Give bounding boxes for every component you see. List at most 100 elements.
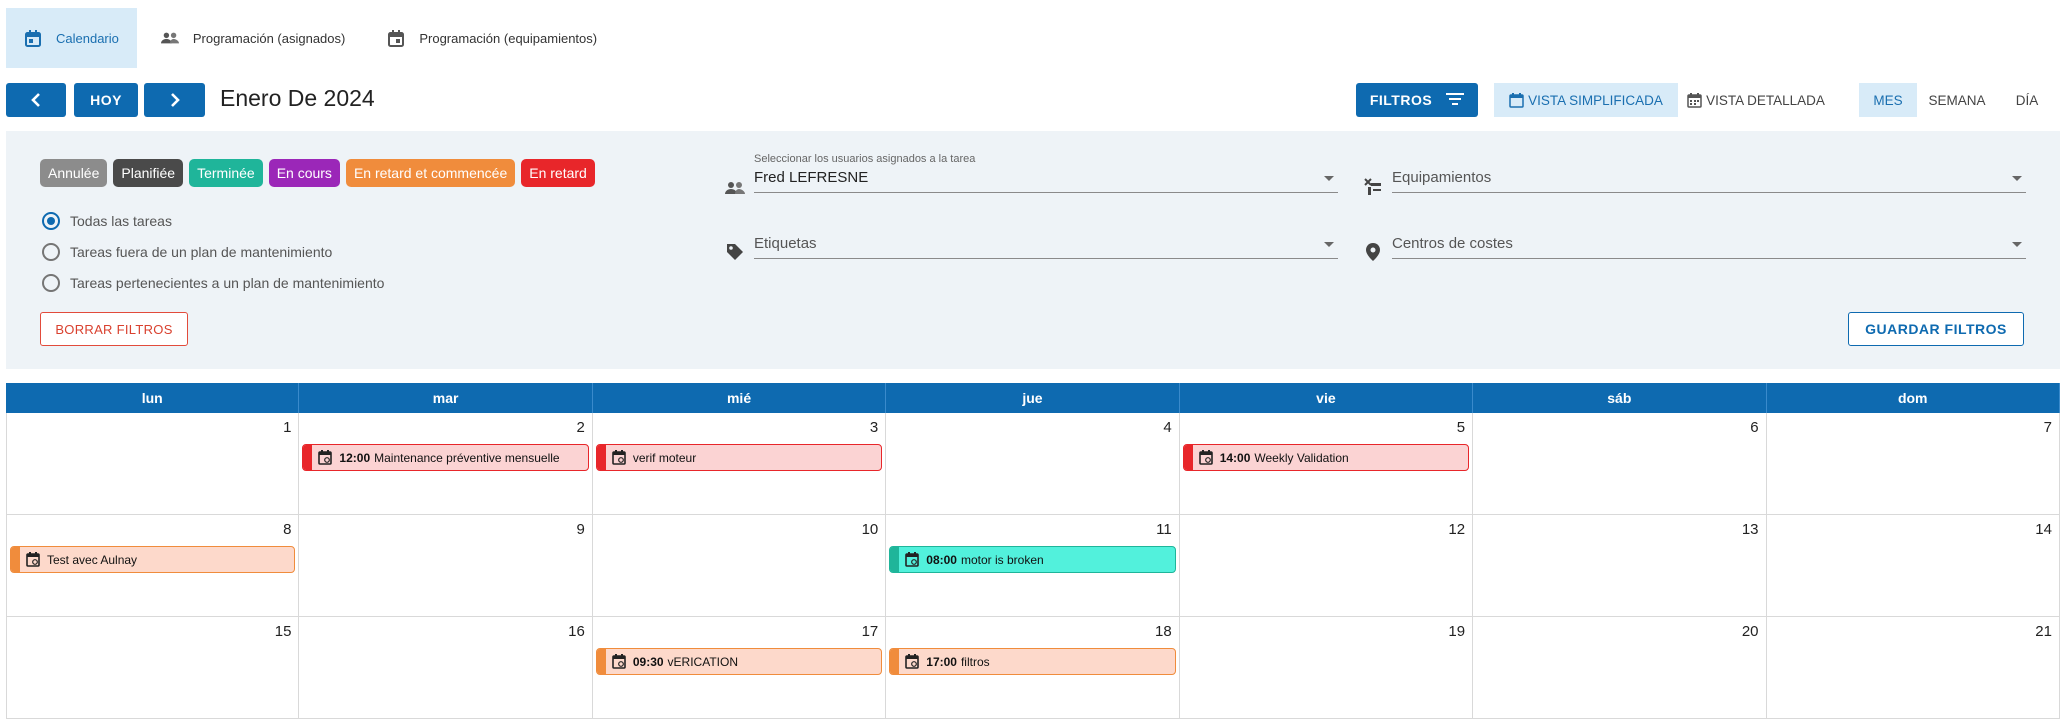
- day-number: 17: [861, 623, 879, 640]
- tags-select[interactable]: Etiquetas: [754, 219, 1338, 259]
- status-chip[interactable]: Annulée: [40, 159, 108, 187]
- day-number: 15: [274, 623, 292, 640]
- calendar-day-cell[interactable]: 6: [1473, 413, 1767, 514]
- calendar-day-cell[interactable]: 4: [886, 413, 1180, 514]
- cost-centers-select[interactable]: Centros de costes: [1392, 219, 2026, 259]
- prev-button[interactable]: [6, 83, 66, 117]
- calendar-event[interactable]: 17:00 filtros: [889, 648, 1176, 675]
- people-icon: [724, 177, 746, 199]
- day-number: 8: [283, 521, 292, 538]
- event-title: Test avec Aulnay: [47, 552, 138, 567]
- calendar-icon: [1509, 92, 1524, 108]
- calendar-day-cell[interactable]: 16: [299, 617, 593, 718]
- calendar-day-cell[interactable]: 11 08:00 motor is broken: [886, 515, 1180, 616]
- status-chip[interactable]: En retard et commencée: [345, 159, 516, 187]
- event-time: 17:00: [926, 654, 957, 669]
- weekday-label: mar: [299, 383, 593, 413]
- calendar-weeks: 1 2 12:00 Maintenance préventive mensuelle 3…: [6, 413, 2060, 719]
- detailed-view-button[interactable]: VISTA DETALLADA: [1678, 83, 1834, 117]
- task-calendar-icon: [1198, 449, 1215, 466]
- calendar-day-cell[interactable]: 13: [1473, 515, 1767, 616]
- event-status-bar: [890, 547, 900, 572]
- day-number: 21: [2035, 623, 2052, 640]
- day-number: 13: [1741, 521, 1759, 538]
- calendar-day-cell[interactable]: 3 verif moteur: [593, 413, 887, 514]
- task-scope-option[interactable]: Tareas fuera de un plan de mantenimiento: [42, 236, 384, 267]
- day-number: 18: [1155, 623, 1172, 640]
- task-calendar-icon: [905, 653, 921, 670]
- calendar-day-cell[interactable]: 15: [6, 617, 300, 718]
- event-status-bar: [1183, 445, 1193, 470]
- calendar-event[interactable]: verif moteur: [595, 444, 883, 471]
- calendar-day-cell[interactable]: 5 14:00 Weekly Validation: [1180, 413, 1474, 514]
- calendar-week-row: 15 16 17 09:30 vERICATION 18 17:00 filtros 19 20 2…: [6, 617, 2060, 719]
- users-select[interactable]: Seleccionar los usuarios asignados a la …: [754, 153, 1338, 193]
- status-chip[interactable]: Terminée: [189, 159, 263, 187]
- view-month-button[interactable]: MES: [1859, 83, 1917, 117]
- event-time: 09:30: [632, 654, 664, 669]
- weekday-label: lun: [6, 383, 300, 413]
- radio-button[interactable]: [42, 211, 60, 230]
- filters-button[interactable]: FILTROS: [1356, 83, 1478, 117]
- calendar-day-cell[interactable]: 19: [1180, 617, 1474, 718]
- calendar-day-cell[interactable]: 9: [299, 515, 593, 616]
- task-calendar-icon: [318, 449, 334, 466]
- simple-view-button[interactable]: VISTA SIMPLIFICADA: [1494, 83, 1678, 117]
- calendar-event[interactable]: 09:30 vERICATION: [595, 648, 883, 675]
- clear-filters-button[interactable]: BORRAR FILTROS: [40, 312, 188, 346]
- day-number: 1: [283, 419, 292, 436]
- calendar-event[interactable]: 12:00 Maintenance préventive mensuelle: [302, 444, 589, 471]
- equipment-select[interactable]: Equipamientos: [1392, 153, 2026, 193]
- radio-button[interactable]: [42, 273, 60, 292]
- event-status-bar: [596, 445, 606, 470]
- weekday-label: jue: [886, 383, 1180, 413]
- calendar-day-cell[interactable]: 1: [6, 413, 300, 514]
- status-chips: Annulée Planifiée Terminée En cours En retar…: [40, 159, 601, 187]
- view-day-button[interactable]: DÍA: [1997, 83, 2057, 117]
- tab-label: Calendario: [56, 30, 119, 46]
- event-title: Weekly Validation: [1254, 450, 1349, 465]
- view-week-button[interactable]: SEMANA: [1917, 83, 1997, 117]
- tab-programacion-asignados[interactable]: Programación (asignados): [143, 8, 363, 68]
- day-number: 16: [568, 623, 585, 640]
- radio-label: Tareas fuera de un plan de mantenimiento: [70, 243, 333, 260]
- dropdown-arrow-icon: [1324, 242, 1334, 247]
- calendar-day-cell[interactable]: 12: [1180, 515, 1474, 616]
- task-scope-option[interactable]: Tareas pertenecientes a un plan de mante…: [42, 267, 384, 298]
- calendar-day-cell[interactable]: 17 09:30 vERICATION: [593, 617, 887, 718]
- event-status-bar: [11, 547, 20, 572]
- calendar-toolbar: HOY Enero De 2024 FILTROS VISTA SIMPLIFI…: [6, 83, 2060, 117]
- calendar-day-cell[interactable]: 10: [593, 515, 887, 616]
- next-button[interactable]: [144, 83, 205, 117]
- radio-button[interactable]: [42, 242, 60, 261]
- weekday-label: dom: [1767, 383, 2060, 413]
- save-filters-button[interactable]: GUARDAR FILTROS: [1848, 312, 2024, 346]
- calendar-week-row: 8 Test avec Aulnay 9 10 11 08:00 motor is brok…: [6, 515, 2060, 617]
- calendar-week-row: 1 2 12:00 Maintenance préventive mensuelle 3…: [6, 413, 2060, 515]
- calendar-event[interactable]: 14:00 Weekly Validation: [1182, 444, 1470, 471]
- task-scope-option[interactable]: Todas las tareas: [42, 205, 384, 236]
- day-number: 4: [1163, 419, 1172, 436]
- today-button[interactable]: HOY: [74, 83, 138, 117]
- calendar-icon: [24, 29, 42, 47]
- calendar-day-cell[interactable]: 18 17:00 filtros: [886, 617, 1180, 718]
- calendar-day-cell[interactable]: 14: [1767, 515, 2060, 616]
- calendar-day-cell[interactable]: 21: [1767, 617, 2060, 718]
- event-time: 14:00: [1219, 450, 1251, 465]
- calendar-event[interactable]: Test avec Aulnay: [10, 546, 296, 573]
- tag-icon: [724, 241, 746, 263]
- calendar-day-cell[interactable]: 20: [1473, 617, 1767, 718]
- status-chip[interactable]: En retard: [521, 159, 595, 187]
- tab-calendario[interactable]: Calendario: [6, 8, 137, 68]
- status-chip[interactable]: Planifiée: [113, 159, 184, 187]
- status-chip[interactable]: En cours: [268, 159, 340, 187]
- tab-programacion-equipamientos[interactable]: Programación (equipamientos): [369, 8, 615, 68]
- calendar-event[interactable]: 08:00 motor is broken: [889, 546, 1176, 573]
- day-number: 3: [869, 419, 879, 436]
- calendar-day-cell[interactable]: 7: [1767, 413, 2060, 514]
- calendar-day-cell[interactable]: 2 12:00 Maintenance préventive mensuelle: [299, 413, 593, 514]
- task-calendar-icon: [905, 551, 921, 568]
- day-number: 11: [1156, 521, 1172, 538]
- calendar-day-cell[interactable]: 8 Test avec Aulnay: [6, 515, 300, 616]
- period-title: Enero De 2024: [220, 85, 375, 111]
